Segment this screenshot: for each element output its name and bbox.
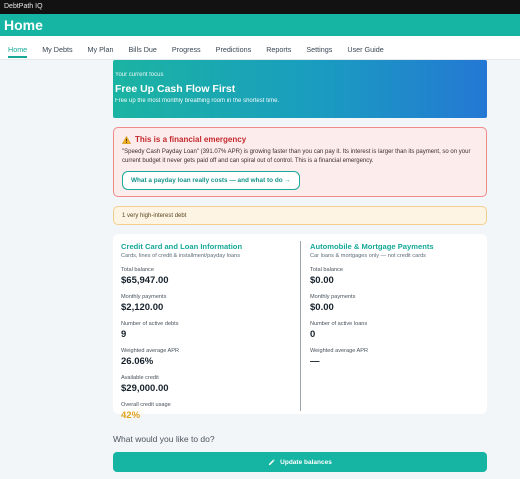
credit-usage: Overall credit usage 42% [121, 402, 171, 421]
nav-home[interactable]: Home [8, 36, 28, 60]
column-divider [300, 241, 301, 411]
emergency-alert: This is a financial emergency "Speedy Ca… [113, 127, 487, 197]
focus-banner: Your current focus Free Up Cash Flow Fir… [113, 60, 487, 118]
auto-total-balance: Total balance $0.00 [310, 267, 343, 286]
auto-monthly-payments: Monthly payments $0.00 [310, 294, 356, 313]
window-title: DebtPath IQ [0, 0, 520, 14]
app-header: Home [0, 14, 520, 36]
auto-title: Automobile & Mortgage Payments [310, 242, 434, 251]
auto-mortgage-column: Automobile & Mortgage Payments Car loans… [300, 234, 487, 414]
nav-my-plan[interactable]: My Plan [88, 36, 114, 60]
nav-reports[interactable]: Reports [266, 36, 291, 60]
nav-predictions[interactable]: Predictions [216, 36, 252, 60]
emergency-body: "Speedy Cash Payday Loan" (391.07% APR) … [122, 149, 471, 164]
update-balances-label: Update balances [280, 458, 332, 466]
auto-description: Car loans & mortgages only — not credit … [310, 253, 426, 259]
credit-monthly-payments: Monthly payments $2,120.00 [121, 294, 167, 313]
actions-prompt: What would you like to do? [113, 434, 215, 444]
credit-column: Credit Card and Loan Information Cards, … [113, 234, 300, 421]
nav-settings[interactable]: Settings [306, 36, 332, 60]
nav-my-debts[interactable]: My Debts [42, 36, 72, 60]
high-interest-notice: 1 very high-interest debt [113, 206, 487, 225]
pencil-icon [269, 458, 275, 465]
credit-available-credit: Available credit $29,000.00 [121, 375, 169, 394]
focus-eyebrow: Your current focus [115, 72, 164, 78]
nav-bills-due[interactable]: Bills Due [129, 36, 157, 60]
emergency-title: This is a financial emergency [135, 135, 247, 144]
credit-weighted-apr: Weighted average APR 26.06% [121, 348, 180, 367]
credit-total-balance: Total balance $65,947.00 [121, 267, 169, 286]
focus-heading: Free Up Cash Flow First [115, 83, 236, 95]
nav-user-guide[interactable]: User Guide [347, 36, 383, 60]
warning-icon [122, 135, 131, 144]
debt-summary-card: Credit Card and Loan Information Cards, … [113, 234, 487, 421]
auto-weighted-apr: Weighted average APR — [310, 348, 369, 367]
focus-subtitle: Free up the most monthly breathing room … [115, 98, 280, 104]
credit-description: Cards, lines of credit & installment/pay… [121, 253, 241, 259]
payday-loan-info-button[interactable]: What a payday loan really costs — and wh… [122, 171, 300, 190]
credit-active-debts: Number of active debts 9 [121, 321, 179, 340]
update-balances-button[interactable]: Update balances [113, 452, 487, 472]
main-content: Your current focus Free Up Cash Flow Fir… [113, 60, 487, 421]
credit-title: Credit Card and Loan Information [121, 242, 243, 251]
auto-active-loans: Number of active loans 0 [310, 321, 368, 340]
nav-progress[interactable]: Progress [172, 36, 201, 60]
main-nav: Home My Debts My Plan Bills Due Progress… [0, 36, 520, 60]
page-title: Home [4, 17, 43, 33]
